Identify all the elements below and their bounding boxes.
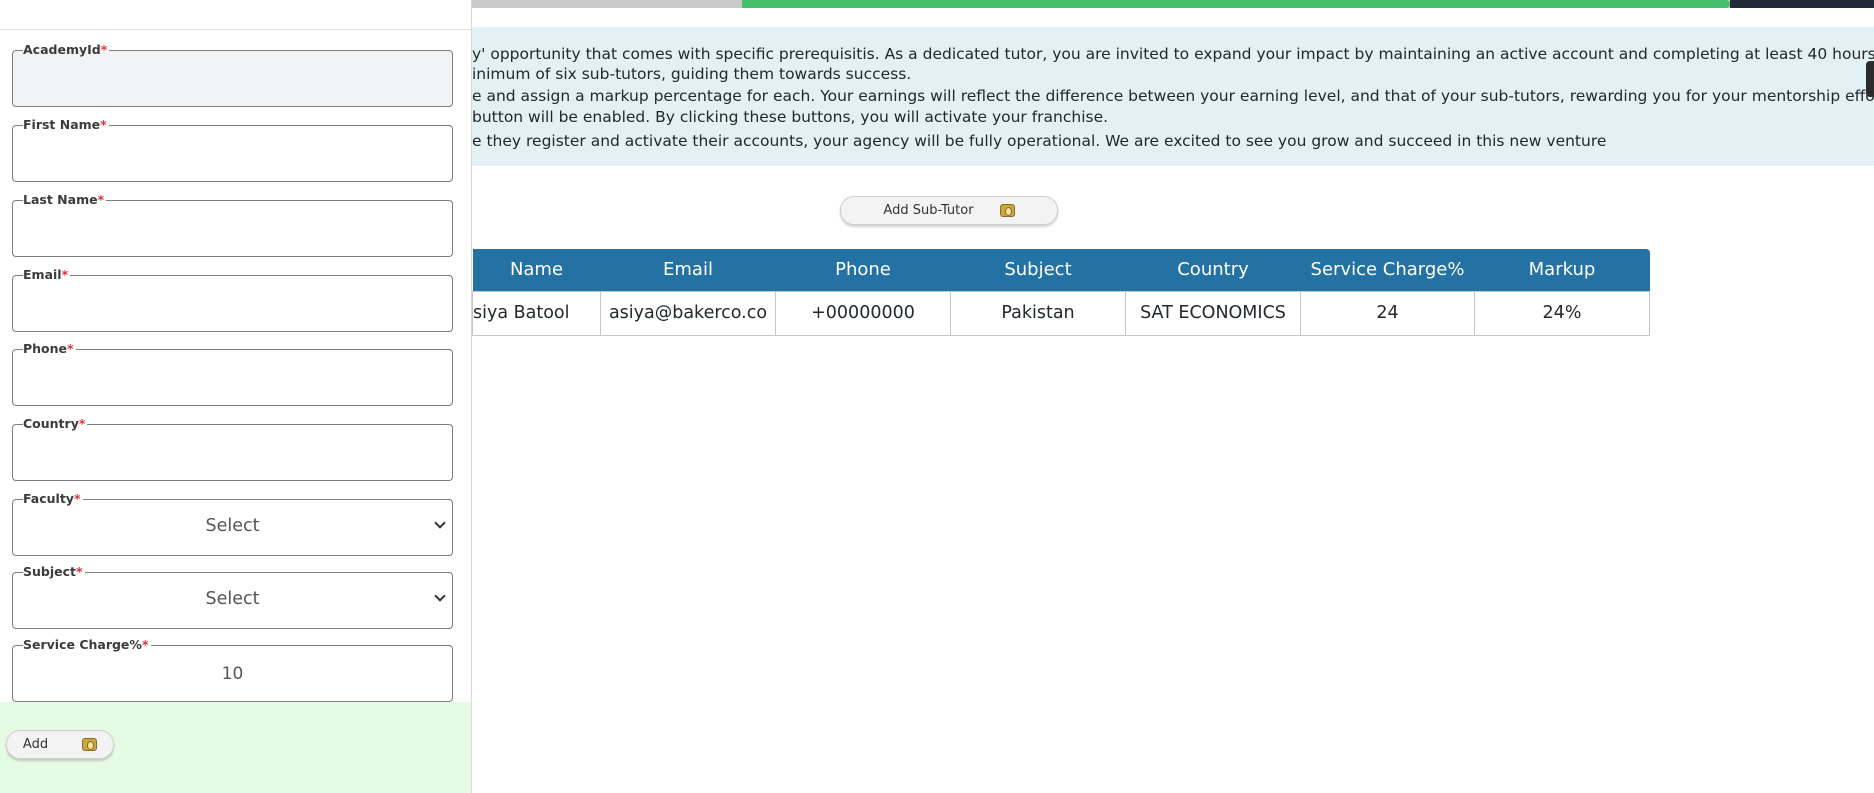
table-header-row: Name Email Phone Subject Country Service… (472, 249, 1650, 291)
column-header-subject[interactable]: Subject (950, 249, 1126, 291)
banner-line: e and assign a markup percentage for eac… (472, 87, 1874, 105)
info-banner: y' opportunity that comes with specific … (472, 27, 1874, 166)
add-sub-tutor-button[interactable]: Add Sub-Tutor (840, 196, 1058, 225)
cell-country: SAT ECONOMICS (1125, 290, 1301, 336)
last-name-input[interactable] (13, 201, 452, 256)
progress-fill (742, 0, 1730, 8)
faculty-selected-value: Select (205, 516, 260, 536)
column-header-service-charge[interactable]: Service Charge% (1300, 249, 1475, 291)
add-button[interactable]: Add (6, 730, 114, 759)
coin-icon (82, 738, 98, 751)
cell-phone: +00000000 (775, 290, 951, 336)
cell-name: siya Batool (472, 290, 601, 336)
cell-email: asiya@bakerco.co (600, 290, 776, 336)
cell-subject: Pakistan (950, 290, 1126, 336)
academy-id-field: AcademyId* (12, 43, 453, 107)
banner-line: y' opportunity that comes with specific … (472, 45, 1874, 63)
column-header-name[interactable]: Name (472, 249, 601, 291)
add-sub-tutor-panel: AcademyId* First Name* Last Name* Email*… (0, 0, 472, 793)
country-field[interactable]: Country* (12, 417, 453, 481)
academy-id-input (13, 51, 452, 106)
first-name-input[interactable] (13, 126, 452, 181)
banner-line: inimum of six sub-tutors, guiding them t… (472, 65, 912, 83)
add-button-label: Add (22, 737, 49, 752)
column-header-email[interactable]: Email (600, 249, 776, 291)
cell-markup: 24% (1474, 290, 1650, 336)
first-name-field[interactable]: First Name* (12, 118, 453, 182)
column-header-markup[interactable]: Markup (1474, 249, 1650, 291)
service-charge-input[interactable] (13, 646, 452, 701)
column-header-country[interactable]: Country (1125, 249, 1301, 291)
email-field[interactable]: Email* (12, 268, 453, 332)
cell-service-charge: 24 (1300, 290, 1475, 336)
service-charge-field[interactable]: Service Charge%* (12, 638, 453, 702)
subject-select[interactable]: Subject* Select (12, 565, 453, 629)
phone-input[interactable] (13, 350, 452, 405)
phone-field[interactable]: Phone* (12, 342, 453, 406)
banner-line: e they register and activate their accou… (472, 132, 1607, 150)
email-input[interactable] (13, 276, 452, 331)
sub-tutor-table: Name Email Phone Subject Country Service… (472, 249, 1650, 336)
country-input[interactable] (13, 425, 452, 480)
panel-header (0, 0, 471, 30)
column-header-phone[interactable]: Phone (775, 249, 951, 291)
table-row[interactable]: siya Batool asiya@bakerco.co +00000000 P… (472, 290, 1650, 336)
faculty-label: Faculty* (23, 491, 83, 506)
last-name-field[interactable]: Last Name* (12, 193, 453, 257)
banner-line: button will be enabled. By clicking thes… (472, 108, 1109, 126)
side-tab-handle[interactable] (1866, 61, 1874, 97)
subject-selected-value: Select (205, 589, 260, 609)
faculty-select[interactable]: Faculty* Select (12, 492, 453, 556)
add-sub-tutor-label: Add Sub-Tutor (883, 203, 974, 218)
subject-label: Subject* (23, 564, 85, 579)
coin-icon (999, 204, 1015, 217)
